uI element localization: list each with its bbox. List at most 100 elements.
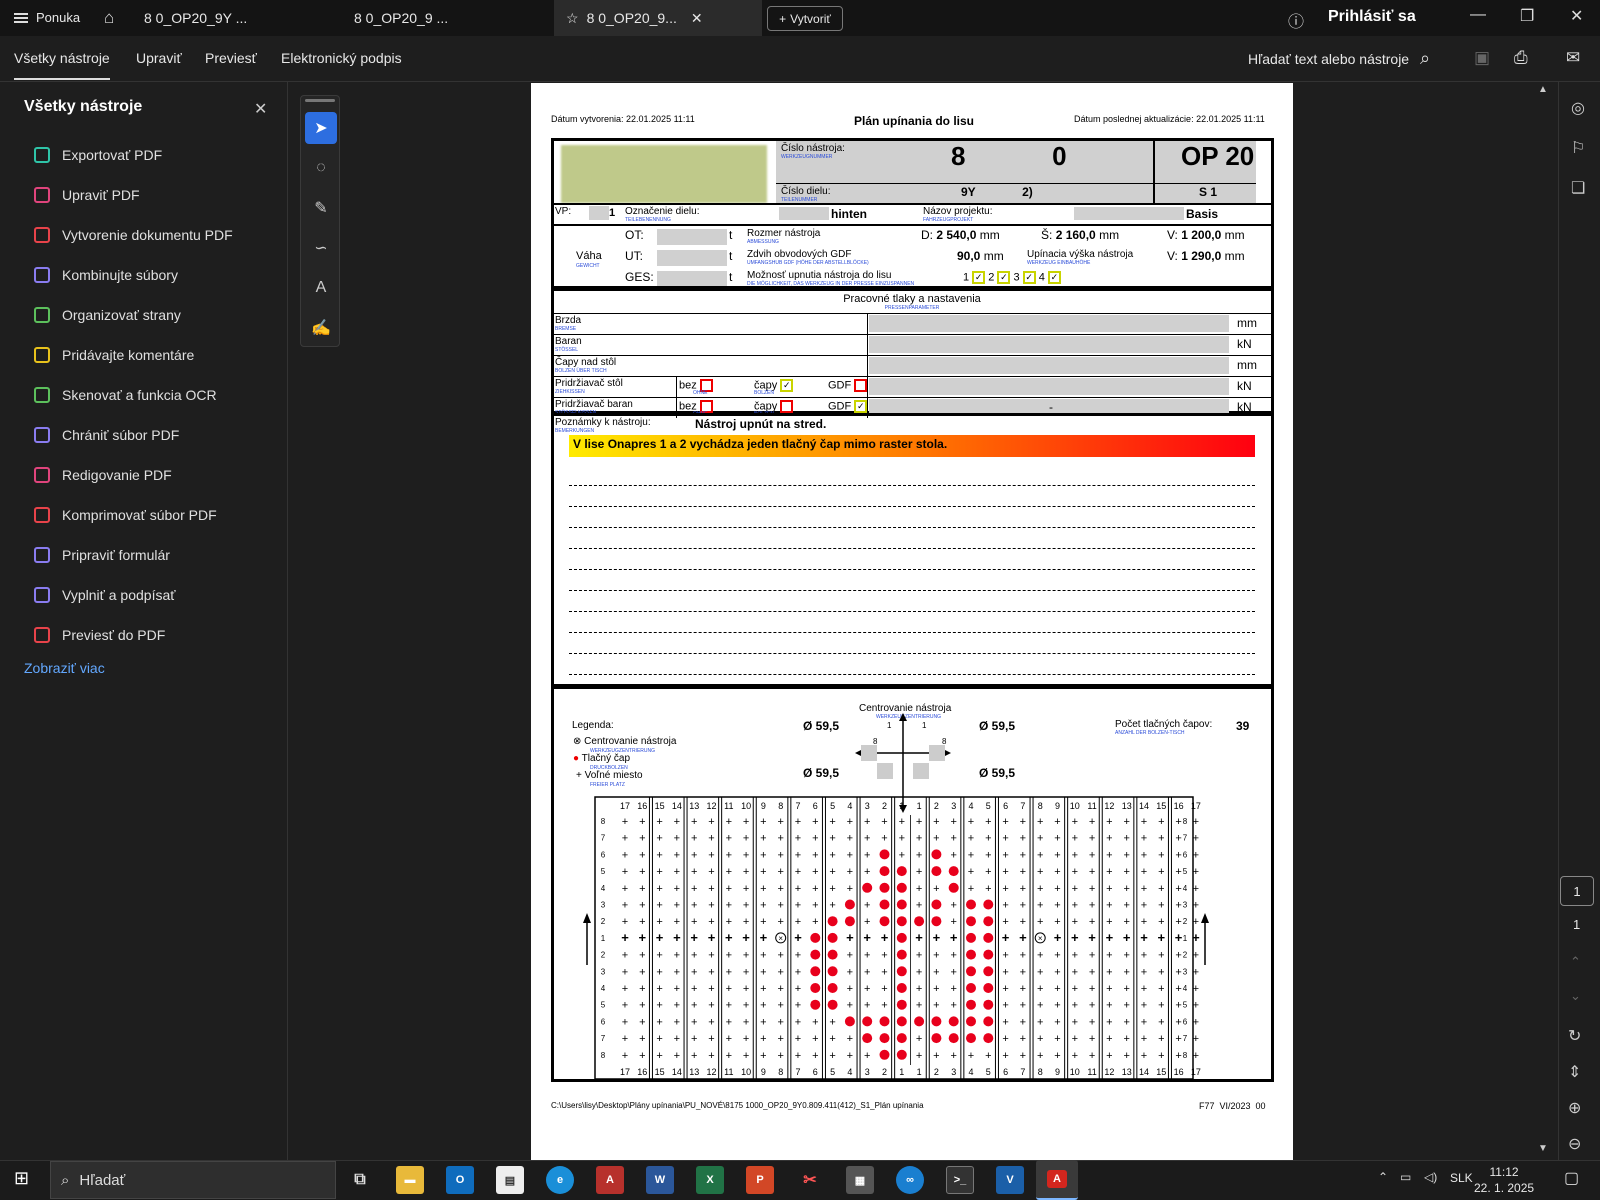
pressure-pin	[983, 899, 994, 910]
zoom-out-icon[interactable]: ⊖	[1568, 1134, 1581, 1154]
scroll-up-arrow[interactable]: ▲	[1538, 84, 1548, 95]
star-icon[interactable]: ☆	[566, 10, 579, 27]
terminal-icon[interactable]: >_	[946, 1166, 974, 1194]
outlook-icon[interactable]: O	[446, 1166, 474, 1194]
zoom-in-icon[interactable]: ⊕	[1568, 1098, 1581, 1118]
close-tab-icon[interactable]: ✕	[691, 10, 703, 27]
free-slot: +	[1037, 883, 1043, 895]
taskbar-search[interactable]: ⌕ Hľadať	[50, 1161, 336, 1199]
notepad-icon[interactable]: ▤	[496, 1166, 524, 1194]
snipping-tool-icon[interactable]: ✂	[796, 1166, 824, 1194]
sidebar-item[interactable]: Pridávajte komentáre	[34, 345, 194, 365]
acrobat-taskbar-icon[interactable]: A	[1036, 1160, 1078, 1200]
sidebar-item[interactable]: Exportovať PDF	[34, 145, 162, 165]
sidebar-item[interactable]: Pripraviť formulár	[34, 545, 170, 565]
restore-icon[interactable]: ❐	[1520, 6, 1534, 26]
print-icon[interactable]: ⎙	[1514, 48, 1528, 68]
sidebar-item[interactable]: Kombinujte súbory	[34, 265, 178, 285]
close-sidebar-icon[interactable]: ✕	[254, 99, 267, 119]
fit-page-icon[interactable]: ⇕	[1568, 1062, 1581, 1082]
free-slot: +	[708, 1050, 714, 1062]
task-view-icon[interactable]: ⧉	[346, 1166, 374, 1194]
press-row-label: Baran	[555, 336, 582, 347]
free-slot: +	[812, 900, 818, 912]
windows-start-icon[interactable]: ⊞	[14, 1168, 29, 1189]
sidebar-item[interactable]: Chrániť súbor PDF	[34, 425, 179, 445]
tab-document-2[interactable]: 8 0_OP20_9 ...	[342, 0, 552, 36]
remote-app-icon[interactable]: ∞	[896, 1166, 924, 1194]
excel-icon[interactable]: X	[696, 1166, 724, 1194]
pages-icon[interactable]: ❏	[1571, 178, 1585, 198]
home-icon[interactable]: ⌂	[104, 8, 114, 28]
drag-handle[interactable]	[305, 99, 335, 102]
save-icon[interactable]: ▣	[1474, 48, 1490, 68]
network-icon[interactable]: ▭	[1400, 1170, 1411, 1184]
grid-row-label: 1	[601, 934, 606, 943]
tool-icon	[34, 427, 50, 443]
part-name-label: Označenie dielu:	[625, 206, 700, 217]
prev-page-icon[interactable]: ⌃	[1570, 954, 1581, 970]
word-icon[interactable]: W	[646, 1166, 674, 1194]
sidebar-item[interactable]: Vytvorenie dokumentu PDF	[34, 225, 233, 245]
gdf-option[interactable]: GDF	[828, 379, 868, 392]
show-more-link[interactable]: Zobraziť viac	[24, 660, 105, 676]
sidebar-item[interactable]: Vyplniť a podpísať	[34, 585, 176, 605]
pressure-pin	[931, 849, 942, 860]
tray-chevron-icon[interactable]: ⌃	[1378, 1170, 1388, 1184]
menu-button[interactable]: Ponuka	[14, 10, 80, 25]
search-icon[interactable]: ⌕	[1420, 48, 1430, 69]
nav-esign[interactable]: Elektronický podpis	[281, 50, 402, 66]
free-slot: +	[1175, 866, 1181, 878]
help-icon[interactable]: ⓘ	[1288, 8, 1304, 32]
free-slot: +	[726, 950, 732, 962]
doc-title: Plán upínania do lisu	[854, 114, 975, 128]
powerpoint-icon[interactable]: P	[746, 1166, 774, 1194]
language-indicator[interactable]: SLK	[1450, 1171, 1473, 1185]
possibility-checks[interactable]: 1 ✓ 2 ✓ 3 ✓ 4 ✓	[963, 271, 1061, 284]
calculator-icon[interactable]: ▦	[846, 1166, 874, 1194]
file-explorer-icon[interactable]: ▬	[396, 1166, 424, 1194]
sidebar-item[interactable]: Skenovať a funkcia OCR	[34, 385, 217, 405]
tab-document-3[interactable]: ☆ 8 0_OP20_9... ✕	[554, 0, 762, 36]
current-page-input[interactable]: 1	[1560, 876, 1594, 906]
text-tool-icon[interactable]: A	[305, 272, 337, 304]
sidebar-item[interactable]: Organizovať strany	[34, 305, 181, 325]
highlight-tool-icon[interactable]: ✎	[305, 192, 337, 224]
sidebar-item[interactable]: Redigovanie PDF	[34, 465, 172, 485]
email-icon[interactable]: ✉	[1566, 48, 1580, 68]
press-row-label: Pridržiavač stôl	[555, 378, 623, 389]
sidebar-item[interactable]: Previesť do PDF	[34, 625, 165, 645]
comment-tool-icon[interactable]: ◌	[305, 152, 337, 184]
sidebar-item[interactable]: Komprimovať súbor PDF	[34, 505, 217, 525]
notifications-icon[interactable]: ▢	[1564, 1168, 1579, 1188]
rotate-icon[interactable]: ↻	[1568, 1026, 1581, 1046]
volume-icon[interactable]: ◁)	[1424, 1170, 1437, 1184]
grid-col-label: 10	[741, 801, 751, 811]
sidebar-item[interactable]: Upraviť PDF	[34, 185, 140, 205]
bookmark-icon[interactable]: ⚐	[1571, 138, 1585, 158]
close-window-icon[interactable]: ✕	[1570, 6, 1583, 26]
next-page-icon[interactable]: ⌄	[1570, 988, 1581, 1004]
scroll-down-arrow[interactable]: ▼	[1538, 1143, 1548, 1154]
free-slot: +	[1141, 916, 1147, 928]
app-v-icon[interactable]: V	[996, 1166, 1024, 1194]
comments-icon[interactable]: ◎	[1571, 98, 1585, 118]
select-tool-icon[interactable]: ➤	[305, 112, 337, 144]
clock[interactable]: 11:12 22. 1. 2025	[1474, 1164, 1534, 1196]
tab-document-1[interactable]: 8 0_OP20_9Y ...	[132, 0, 340, 36]
center-label-1b: 1	[922, 721, 927, 730]
nav-convert[interactable]: Previesť	[205, 50, 257, 66]
access-icon[interactable]: A	[596, 1166, 624, 1194]
free-slot: +	[691, 900, 697, 912]
sign-tool-icon[interactable]: ✍	[305, 312, 337, 344]
nav-all-tools[interactable]: Všetky nástroje	[14, 50, 110, 80]
free-slot: +	[656, 983, 662, 995]
gdf-option[interactable]: GDF ✓	[828, 400, 868, 413]
draw-tool-icon[interactable]: ∽	[305, 232, 337, 264]
minimize-icon[interactable]: —	[1470, 6, 1486, 24]
search-tools[interactable]: Hľadať text alebo nástroje	[1248, 51, 1409, 67]
sign-in-button[interactable]: Prihlásiť sa	[1328, 8, 1416, 26]
edge-icon[interactable]: e	[546, 1166, 574, 1194]
create-tab-button[interactable]: + Vytvoriť	[767, 6, 843, 31]
nav-edit[interactable]: Upraviť	[136, 50, 182, 66]
